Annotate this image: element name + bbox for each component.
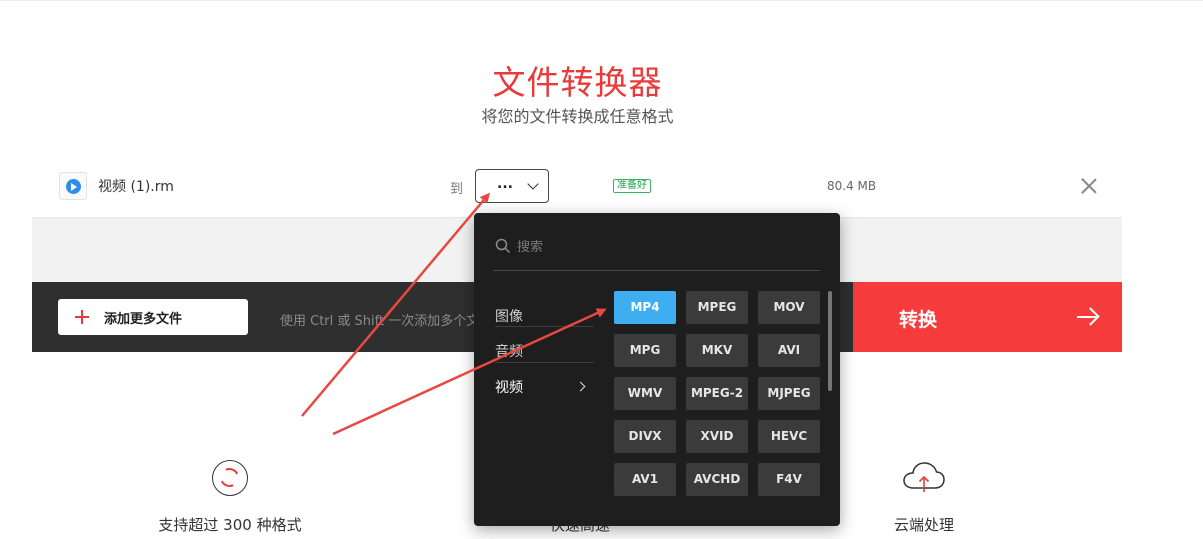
format-option-av1[interactable]: AV1	[614, 463, 676, 496]
target-format-value: ...	[497, 176, 513, 192]
convert-label: 转换	[899, 309, 938, 331]
format-option-divx[interactable]: DIVX	[614, 420, 676, 453]
top-divider	[0, 0, 1203, 1]
search-icon	[495, 238, 511, 254]
convert-button[interactable]: 转换	[853, 282, 1122, 352]
category-image[interactable]: 图像	[495, 298, 595, 334]
sync-icon	[212, 460, 248, 496]
format-dropdown: 图像 音频 视频 MP4 MPEG MOV MPG MKV AVI WMV MPEG-2 MJP…	[474, 213, 840, 526]
status-badge: 准备好	[613, 179, 651, 193]
file-size: 80.4 MB	[827, 179, 877, 193]
plus-icon	[75, 310, 89, 324]
format-search-input[interactable]	[517, 236, 807, 258]
file-row: 视频 (1).rm 到 ... 准备好 80.4 MB	[32, 155, 1122, 217]
format-option-mjpeg[interactable]: MJPEG	[758, 377, 820, 410]
format-option-mov[interactable]: MOV	[758, 291, 820, 324]
category-label: 视频	[495, 380, 523, 396]
format-option-mpeg[interactable]: MPEG	[686, 291, 748, 324]
chevron-down-icon	[527, 178, 539, 190]
category-label: 图像	[495, 309, 523, 325]
add-more-files-label: 添加更多文件	[104, 312, 183, 327]
remove-file-close-icon[interactable]	[1080, 177, 1098, 195]
feature-label: 云端处理	[893, 516, 954, 534]
category-audio[interactable]: 音频	[495, 333, 595, 369]
format-option-hevc[interactable]: HEVC	[758, 420, 820, 453]
feature-label: 支持超过 300 种格式	[158, 516, 302, 534]
format-option-mpg[interactable]: MPG	[614, 334, 676, 367]
format-option-mpeg-2[interactable]: MPEG-2	[686, 377, 748, 410]
page-title: 文件转换器	[492, 63, 663, 102]
page-subtitle: 将您的文件转换成任意格式	[481, 107, 674, 126]
format-option-mp4[interactable]: MP4	[614, 291, 676, 324]
chevron-right-icon	[575, 381, 586, 392]
arrow-right-icon	[1077, 316, 1097, 318]
format-option-f4v[interactable]: F4V	[758, 463, 820, 496]
category-label: 音频	[495, 344, 523, 360]
cloud-upload-icon	[903, 462, 945, 492]
format-option-avi[interactable]: AVI	[758, 334, 820, 367]
add-more-files-button[interactable]: 添加更多文件	[58, 299, 248, 335]
to-label: 到	[450, 182, 464, 197]
category-video[interactable]: 视频	[495, 369, 595, 405]
dropdown-scrollbar[interactable]	[828, 291, 832, 391]
format-option-mkv[interactable]: MKV	[686, 334, 748, 367]
play-icon	[66, 179, 81, 194]
file-name: 视频 (1).rm	[98, 179, 174, 195]
category-divider	[495, 326, 594, 327]
multi-select-hint: 使用 Ctrl 或 Shift 一次添加多个文件	[280, 314, 480, 329]
category-divider	[495, 362, 594, 363]
video-file-icon	[59, 172, 87, 200]
format-option-wmv[interactable]: WMV	[614, 377, 676, 410]
format-search	[493, 235, 820, 271]
format-option-xvid[interactable]: XVID	[686, 420, 748, 453]
target-format-select[interactable]: ...	[475, 169, 549, 203]
format-option-avchd[interactable]: AVCHD	[686, 463, 748, 496]
